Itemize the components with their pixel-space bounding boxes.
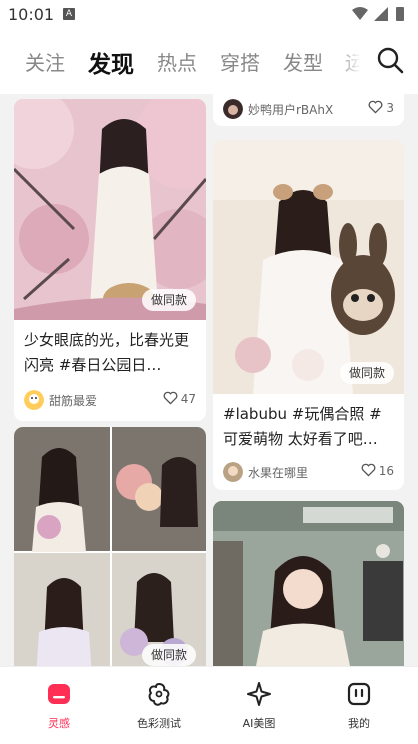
like-count: 3 (386, 101, 394, 115)
author-name[interactable]: 甜筋最爱 (49, 392, 97, 409)
bottom-nav-inspiration[interactable]: 灵感 (14, 681, 104, 731)
like-button[interactable]: 47 (163, 391, 196, 406)
like-count: 16 (378, 464, 394, 478)
tab-discover[interactable]: 发现 (88, 45, 134, 79)
status-time: 10:01 (8, 5, 55, 24)
wifi-icon (352, 7, 368, 20)
signal-icon (374, 7, 388, 21)
like-button[interactable]: 16 (361, 463, 394, 478)
bottom-nav-label: 色彩测试 (137, 717, 181, 730)
search-icon[interactable] (376, 46, 404, 74)
post-title: 少女眼底的光，比春光更闪亮 #春日公园日… (24, 331, 190, 374)
post-meta: 甜筋最爱 47 (24, 389, 196, 411)
post-meta: 妙鸭用户rBAhX 3 (223, 98, 394, 120)
tab-hairstyle[interactable]: 发型 (283, 47, 323, 76)
bottom-nav-label: 我的 (348, 717, 370, 730)
post-photo (213, 140, 404, 394)
feed-grid[interactable]: 做同款 少女眼底的光，比春光更闪亮 #春日公园日… 甜筋最爱 47 妙鸭用户rB… (0, 94, 418, 666)
feed-card[interactable]: 做同款 #labubu #玩偶合照 #可爱萌物 太好看了吧… 水果在哪里 16 (213, 140, 404, 490)
top-nav: 关注 发现 热点 穿搭 发型 运 (0, 30, 418, 94)
avatar[interactable] (223, 99, 243, 119)
author-name[interactable]: 水果在哪里 (248, 464, 308, 481)
post-photo (14, 427, 206, 666)
bottom-nav-profile[interactable]: 我的 (314, 681, 404, 731)
bottom-nav: 灵感 色彩测试 AI美图 我的 (0, 666, 418, 744)
bottom-nav-label: AI美图 (242, 717, 276, 730)
like-count: 47 (180, 392, 196, 406)
tab-hot[interactable]: 热点 (157, 47, 197, 76)
status-bar: 10:01 A (0, 0, 418, 30)
bottom-nav-ai-beauty[interactable]: AI美图 (214, 681, 304, 731)
notification-badge: A (63, 8, 75, 20)
status-icons (352, 7, 404, 21)
tab-follow[interactable]: 关注 (25, 47, 65, 76)
author-name[interactable]: 妙鸭用户rBAhX (248, 101, 333, 118)
avatar[interactable] (223, 462, 243, 482)
avatar[interactable] (24, 390, 44, 410)
bottom-nav-color-test[interactable]: 色彩测试 (114, 681, 204, 731)
heart-icon (361, 463, 376, 477)
bottom-nav-label: 灵感 (48, 717, 70, 730)
make-same-button[interactable]: 做同款 (141, 644, 196, 666)
tab-outfit[interactable]: 穿搭 (220, 47, 260, 76)
post-photo (14, 99, 206, 320)
profile-icon (347, 682, 371, 706)
post-title: #labubu #玩偶合照 #可爱萌物 太好看了吧… (223, 405, 382, 448)
like-button[interactable]: 3 (368, 100, 394, 115)
make-same-button[interactable]: 做同款 (339, 362, 394, 384)
feed-card[interactable]: 妙鸭用户rBAhX 3 (213, 94, 404, 126)
palette-icon (148, 683, 170, 706)
heart-icon (163, 391, 178, 405)
inspiration-icon (48, 684, 70, 704)
heart-icon (368, 100, 383, 114)
post-photo (213, 501, 404, 666)
feed-card[interactable]: 做同款 (14, 427, 206, 666)
tabs-fade (338, 30, 368, 94)
feed-card[interactable]: 做同款 少女眼底的光，比春光更闪亮 #春日公园日… 甜筋最爱 47 (14, 99, 206, 421)
sparkle-icon (247, 682, 271, 706)
battery-icon (396, 7, 404, 21)
feed-card[interactable] (213, 501, 404, 666)
post-meta: 水果在哪里 16 (223, 461, 394, 483)
make-same-button[interactable]: 做同款 (141, 289, 196, 311)
